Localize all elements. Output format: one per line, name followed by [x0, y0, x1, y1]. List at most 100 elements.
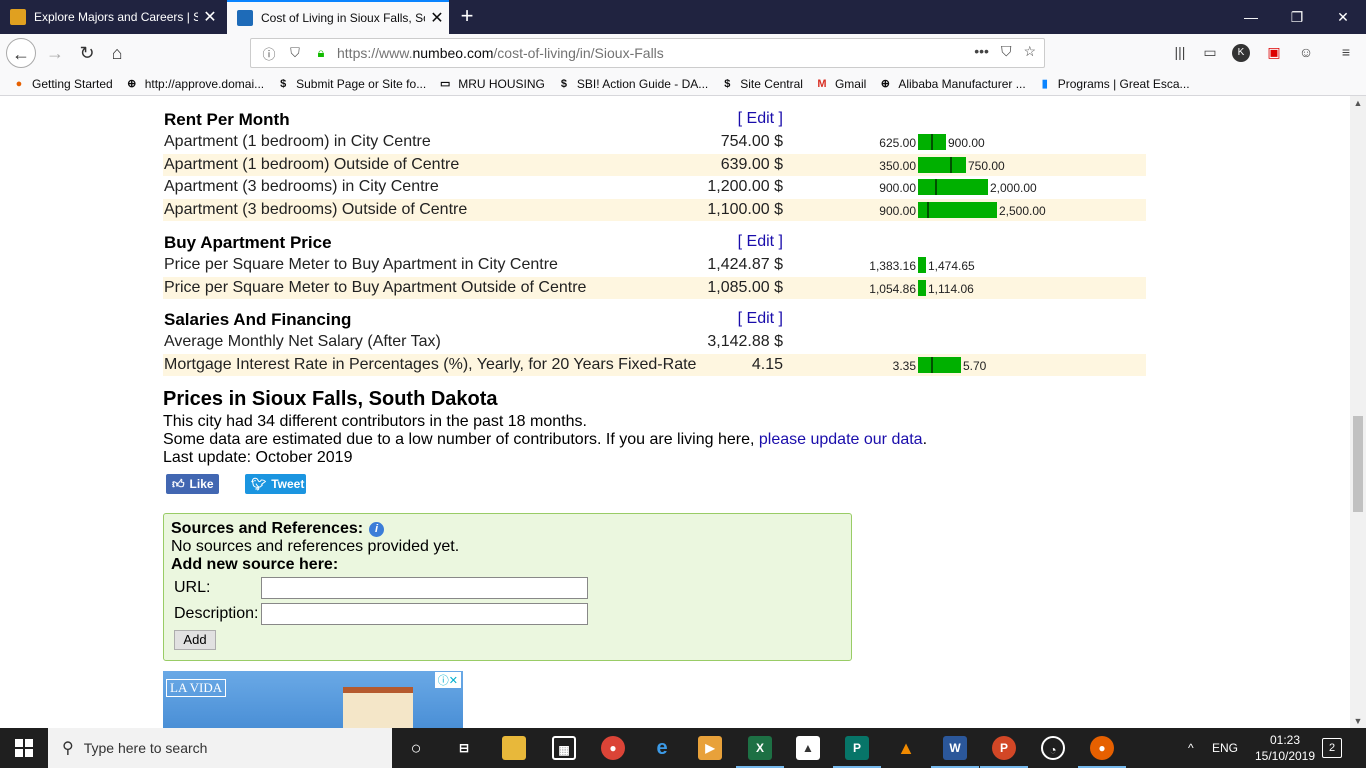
task-view-icon[interactable]: ⊟	[452, 736, 476, 760]
edit-link[interactable]: [ Edit ]	[738, 310, 783, 328]
bookmark-item[interactable]: ▮ Programs | Great Esca...	[1038, 77, 1190, 91]
range-high: 750.00	[968, 159, 1005, 173]
bookmark-item[interactable]: ● Getting Started	[12, 77, 113, 91]
bookmark-item[interactable]: $ Submit Page or Site fo...	[276, 77, 426, 91]
shield-icon[interactable]: ⛉	[287, 45, 303, 61]
section-header-buy: Buy Apartment Price [ Edit ]	[163, 230, 1146, 254]
library-icon[interactable]: |||	[1170, 44, 1190, 64]
range-high: 900.00	[948, 136, 985, 150]
source-description-input[interactable]	[261, 603, 588, 625]
item-price: 1,200.00 $	[707, 178, 783, 195]
clock-time: 01:23	[1269, 733, 1301, 747]
sources-title: Sources and References: i	[171, 520, 385, 538]
page-scrollbar[interactable]: ▲ ▼	[1350, 96, 1366, 728]
price-row: Apartment (1 bedroom) Outside of Centre …	[163, 154, 1146, 176]
range-marker	[931, 134, 933, 150]
tray-overflow-icon[interactable]: ^	[1188, 728, 1194, 768]
info-icon[interactable]: i	[369, 521, 385, 537]
alarm-clock-icon[interactable]: ◔	[1041, 736, 1065, 760]
clock[interactable]: 01:23 15/10/2019	[1250, 732, 1320, 764]
edit-link[interactable]: [ Edit ]	[738, 233, 783, 251]
range-marker	[927, 202, 929, 218]
update-data-link[interactable]: please update our data	[759, 431, 923, 448]
calculator-icon[interactable]: ▦	[552, 736, 576, 760]
scroll-up-icon[interactable]: ▲	[1350, 98, 1366, 108]
firefox-taskbar-icon[interactable]: ●	[1078, 736, 1126, 768]
edit-link[interactable]: [ Edit ]	[738, 110, 783, 128]
notifications-button[interactable]: 2	[1322, 738, 1342, 758]
bookmark-item[interactable]: ⊕ http://approve.domai...	[125, 77, 264, 91]
section-title: Buy Apartment Price	[164, 233, 332, 252]
item-price: 1,424.87 $	[707, 256, 783, 273]
file-explorer-icon[interactable]	[502, 736, 526, 760]
close-tab-icon[interactable]: ✕	[425, 8, 449, 28]
publisher-icon[interactable]: P	[833, 736, 881, 768]
tab-explore-majors[interactable]: Explore Majors and Careers | So ✕	[0, 0, 222, 34]
minimize-button[interactable]: —	[1228, 0, 1274, 34]
item-name: Mortgage Interest Rate in Percentages (%…	[164, 356, 697, 373]
edge-icon[interactable]: e	[650, 736, 674, 760]
forward-button[interactable]: →	[40, 38, 70, 68]
restore-button[interactable]: ❐	[1274, 0, 1320, 34]
sources-panel: Sources and References: i No sources and…	[163, 513, 852, 661]
excel-icon[interactable]: X	[736, 736, 784, 768]
extension-k-icon[interactable]: K	[1232, 44, 1250, 62]
cortana-icon[interactable]: ○	[404, 736, 428, 760]
media-player-icon[interactable]: ▶	[698, 736, 722, 760]
prices-heading: Prices in Sioux Falls, South Dakota	[163, 388, 498, 410]
section-header-salaries: Salaries And Financing [ Edit ]	[163, 307, 1146, 331]
chrome-icon[interactable]: ●	[601, 736, 625, 760]
back-button[interactable]: ←	[6, 38, 36, 68]
pocket-icon[interactable]: ⛉	[1001, 43, 1012, 60]
language-indicator[interactable]: ENG	[1212, 728, 1238, 768]
bookmark-item[interactable]: ▭ MRU HOUSING	[438, 77, 545, 91]
navigation-bar: ← → ↻ ⌂ ⓘ ⛉ 🔒︎ https://www.numbeo.com/co…	[0, 34, 1366, 72]
address-bar[interactable]: ⓘ ⛉ 🔒︎ https://www.numbeo.com/cost-of-li…	[250, 38, 1045, 68]
scroll-down-icon[interactable]: ▼	[1350, 716, 1366, 726]
firefox-icon: ●	[15, 77, 23, 90]
price-row: Price per Square Meter to Buy Apartment …	[163, 254, 1146, 276]
item-price: 639.00 $	[720, 156, 783, 173]
item-price: 754.00 $	[720, 133, 783, 150]
page-actions-icon[interactable]: •••	[974, 43, 989, 60]
twitter-tweet-button[interactable]: 🐦︎ Tweet	[245, 474, 306, 494]
word-icon[interactable]: W	[931, 736, 979, 768]
bookmark-item[interactable]: $ Site Central	[720, 77, 803, 91]
windows-logo-icon	[15, 739, 33, 757]
menu-icon[interactable]: ≡	[1336, 44, 1356, 64]
source-url-input[interactable]	[261, 577, 588, 599]
close-window-button[interactable]: ✕	[1320, 0, 1366, 34]
powerpoint-icon[interactable]: P	[980, 736, 1028, 768]
url-text[interactable]: https://www.numbeo.com/cost-of-living/in…	[337, 45, 664, 61]
close-tab-icon[interactable]: ✕	[198, 7, 222, 27]
ad-choices-icon[interactable]: ⓘ✕	[434, 672, 461, 688]
start-button[interactable]	[0, 728, 48, 768]
tab-label: Explore Majors and Careers | So	[34, 10, 198, 24]
account-icon[interactable]: ☺	[1296, 44, 1316, 64]
new-tab-button[interactable]: +	[454, 4, 480, 30]
extension-icon[interactable]: ▣	[1264, 44, 1284, 64]
advertisement[interactable]: LA VIDA ⓘ✕	[163, 671, 463, 728]
info-icon[interactable]: ⓘ	[261, 44, 277, 63]
sidebar-icon[interactable]: ▭	[1200, 44, 1220, 64]
bookmark-item[interactable]: M Gmail	[815, 77, 866, 91]
range-bar	[918, 157, 966, 173]
bookmark-item[interactable]: $ SBI! Action Guide - DA...	[557, 77, 708, 91]
bookmark-star-icon[interactable]: ☆	[1023, 43, 1036, 60]
taskbar-search-box[interactable]: ⚲ Type here to search	[48, 728, 392, 768]
add-source-button[interactable]: Add	[174, 630, 216, 650]
vlc-icon[interactable]: ▲	[894, 736, 918, 760]
range-low: 900.00	[879, 181, 916, 195]
photos-icon[interactable]: ▲	[796, 736, 820, 760]
home-button[interactable]: ⌂	[102, 38, 132, 68]
range-bar	[918, 357, 961, 373]
bookmark-item[interactable]: ⊕ Alibaba Manufacturer ...	[878, 77, 1026, 91]
facebook-like-button[interactable]: 👍︎ Like	[166, 474, 219, 494]
item-name: Average Monthly Net Salary (After Tax)	[164, 333, 441, 350]
lock-icon[interactable]: 🔒︎	[313, 45, 329, 61]
reload-button[interactable]: ↻	[72, 38, 102, 68]
tab-cost-of-living[interactable]: Cost of Living in Sioux Falls, So ✕	[227, 0, 449, 34]
scroll-thumb[interactable]	[1353, 416, 1363, 512]
range-low: 1,054.86	[869, 282, 916, 296]
item-price: 1,085.00 $	[707, 279, 783, 296]
